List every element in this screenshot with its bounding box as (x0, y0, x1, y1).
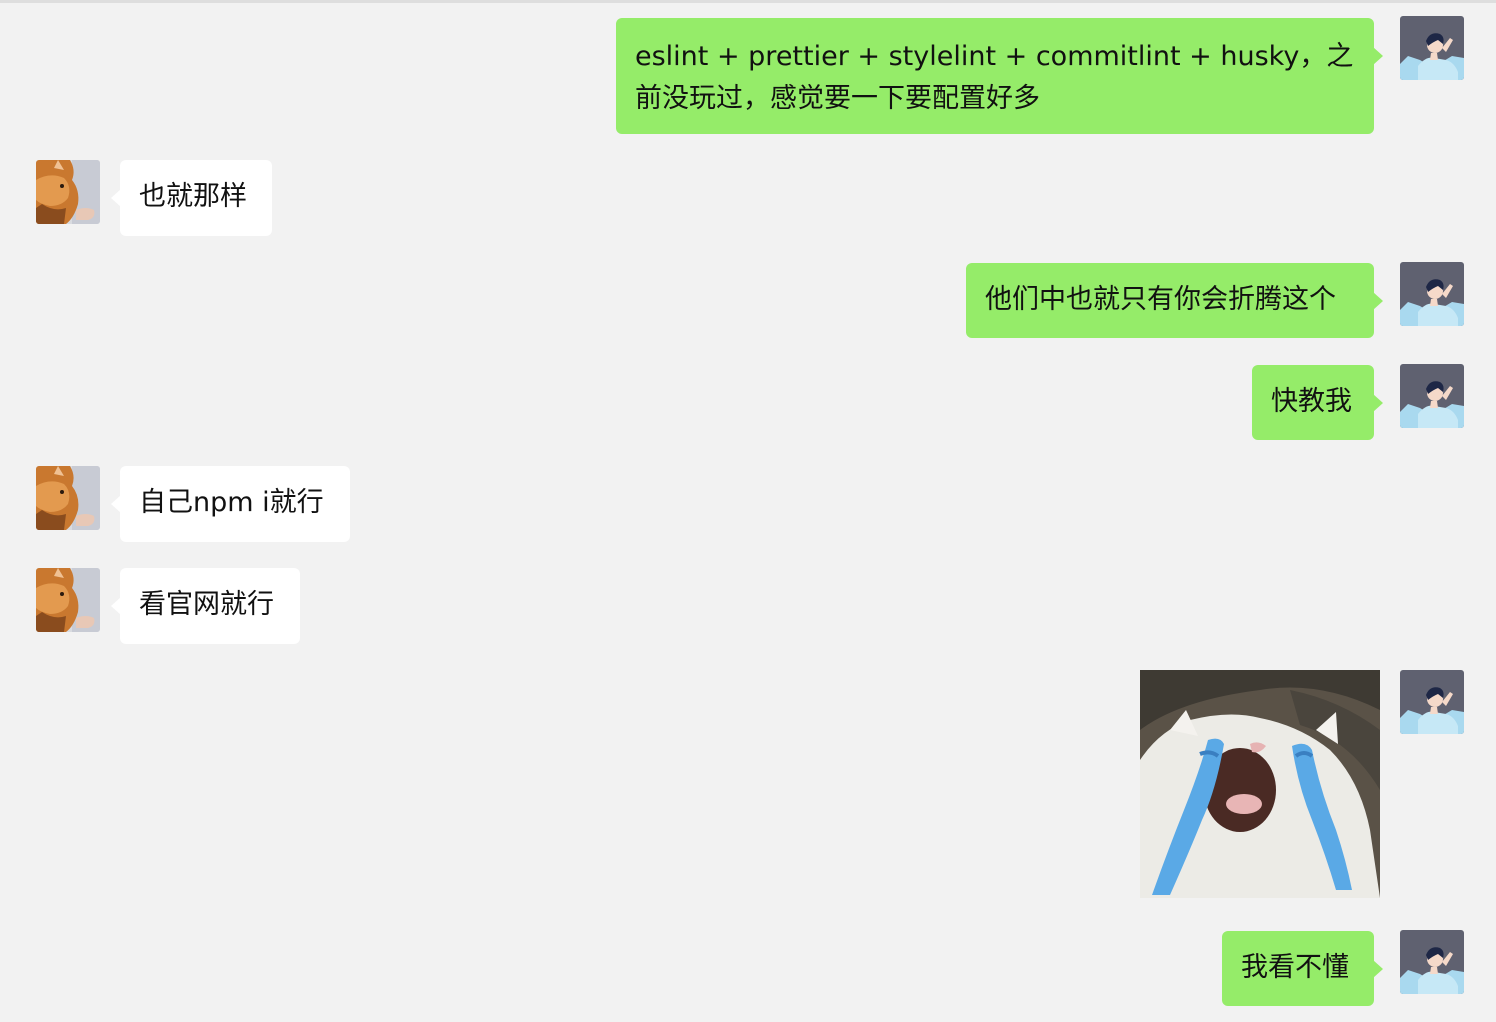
crying-cat-meme-image (1140, 670, 1380, 898)
message-text: 我看不懂 (1241, 952, 1349, 983)
contact-message-bubble[interactable]: 自己npm i就行 (111, 466, 350, 542)
my-message-bubble[interactable]: 他们中也就只有你会折腾这个 (966, 263, 1383, 338)
contact-avatar[interactable] (36, 568, 100, 632)
illustrated-man-avatar-icon (1400, 364, 1464, 428)
contact-avatar[interactable] (36, 160, 100, 224)
my-avatar[interactable] (1400, 930, 1464, 994)
my-message-bubble[interactable]: 快教我 (1252, 365, 1383, 440)
message-text: 也就那样 (139, 181, 247, 212)
message-text: 快教我 (1271, 386, 1352, 417)
orange-cat-avatar-icon (36, 466, 100, 530)
contact-avatar[interactable] (36, 466, 100, 530)
message-text: 看官网就行 (139, 589, 274, 620)
orange-cat-avatar-icon (36, 160, 100, 224)
message-text: 他们中也就只有你会折腾这个 (985, 284, 1336, 315)
image-message[interactable] (1140, 670, 1380, 898)
illustrated-man-avatar-icon (1400, 670, 1464, 734)
my-avatar[interactable] (1400, 262, 1464, 326)
my-message-bubble[interactable]: 我看不懂 (1222, 931, 1383, 1006)
contact-message-bubble[interactable]: 也就那样 (111, 160, 272, 236)
my-avatar[interactable] (1400, 16, 1464, 80)
illustrated-man-avatar-icon (1400, 16, 1464, 80)
orange-cat-avatar-icon (36, 568, 100, 632)
message-text: eslint + prettier + stylelint + commitli… (635, 41, 1354, 114)
illustrated-man-avatar-icon (1400, 262, 1464, 326)
contact-message-bubble[interactable]: 看官网就行 (111, 568, 300, 644)
my-message-bubble[interactable]: eslint + prettier + stylelint + commitli… (616, 18, 1383, 134)
message-text: 自己npm i就行 (139, 487, 324, 518)
my-avatar[interactable] (1400, 670, 1464, 734)
illustrated-man-avatar-icon (1400, 930, 1464, 994)
top-divider (0, 0, 1496, 3)
my-avatar[interactable] (1400, 364, 1464, 428)
